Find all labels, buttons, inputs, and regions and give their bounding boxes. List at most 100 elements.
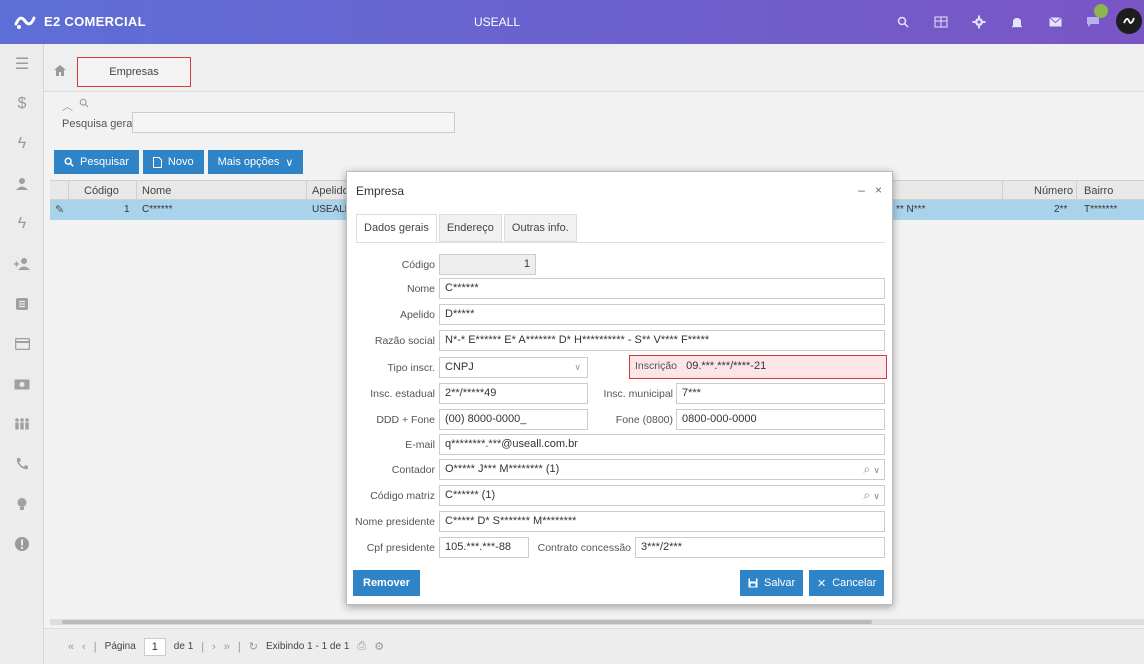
- bolt-icon[interactable]: ϟ: [0, 124, 44, 164]
- bell-icon[interactable]: [998, 8, 1036, 36]
- card-icon[interactable]: [0, 324, 44, 364]
- page-input[interactable]: 1: [143, 637, 166, 656]
- search-icon[interactable]: [884, 8, 922, 36]
- sidebar: ☰ $ ϟ ϟ: [0, 44, 44, 664]
- tipo-inscr-label: Tipo inscr.: [387, 362, 435, 374]
- nome-label: Nome: [406, 283, 435, 295]
- apelido-field[interactable]: D*****: [439, 304, 885, 325]
- pesquisar-button[interactable]: Pesquisar: [54, 150, 139, 174]
- mais-opcoes-label: Mais opções: [217, 156, 280, 168]
- cpf-presidente-field[interactable]: 105.***.***-88: [439, 537, 529, 558]
- salvar-label: Salvar: [764, 577, 796, 589]
- new-document-icon: [152, 156, 162, 168]
- razao-social-label: Razão social: [374, 335, 435, 347]
- codigo-matriz-lookup[interactable]: C****** (1) ⌕ ∨: [439, 485, 885, 506]
- bolt-icon[interactable]: ϟ: [0, 204, 44, 244]
- dialog-tabs: Dados gerais Endereço Outras info.: [356, 214, 579, 242]
- remover-button[interactable]: Remover: [353, 570, 421, 596]
- novo-button[interactable]: Novo: [142, 150, 204, 174]
- last-page-icon[interactable]: »: [224, 641, 230, 653]
- brand[interactable]: E2 COMERCIAL: [14, 12, 146, 30]
- search-icon[interactable]: ⌕: [863, 462, 870, 476]
- contrato-concessao-field[interactable]: 3***/2***: [635, 537, 885, 558]
- add-user-icon[interactable]: [0, 244, 44, 284]
- fone-0800-field[interactable]: 0800-000-0000: [676, 409, 885, 430]
- cancelar-label: Cancelar: [832, 577, 877, 589]
- menu-icon[interactable]: ☰: [0, 44, 44, 84]
- search-icon[interactable]: [79, 98, 89, 114]
- gear-icon[interactable]: [960, 8, 998, 36]
- tipo-inscr-select[interactable]: CNPJ ∨: [439, 357, 588, 378]
- codigo-label: Código: [401, 259, 435, 271]
- pesquisar-label: Pesquisar: [80, 156, 129, 168]
- search-input[interactable]: [132, 112, 455, 133]
- alert-icon[interactable]: [0, 524, 44, 564]
- home-icon[interactable]: [54, 64, 66, 79]
- avatar[interactable]: [1116, 8, 1142, 34]
- tipo-inscr-value: CNPJ: [445, 361, 474, 373]
- column-numero[interactable]: Número: [1034, 185, 1073, 197]
- notification-badge: [1094, 4, 1108, 18]
- prev-page-icon[interactable]: ‹: [82, 641, 86, 653]
- column-bairro[interactable]: Bairro: [1084, 185, 1113, 197]
- toolbar: Pesquisar Novo Mais opções ∨: [54, 150, 304, 174]
- scrollbar-thumb[interactable]: [62, 620, 872, 624]
- tab-outras-info[interactable]: Outras info.: [503, 214, 577, 242]
- nome-presidente-field[interactable]: C***** D* S******* M********: [439, 511, 885, 532]
- chevron-down-icon: ∨: [574, 362, 581, 372]
- close-icon[interactable]: ×: [875, 183, 882, 197]
- search-icon[interactable]: ⌕: [863, 488, 870, 502]
- settings-icon[interactable]: ⚙: [374, 640, 384, 653]
- print-icon[interactable]: ⎙: [357, 640, 366, 653]
- ddd-fone-field[interactable]: (00) 8000-0000_: [439, 409, 588, 430]
- column-codigo[interactable]: Código: [84, 185, 119, 197]
- tab-dados-gerais[interactable]: Dados gerais: [356, 214, 437, 242]
- money-icon[interactable]: [0, 364, 44, 404]
- search-label: Pesquisa geral: [62, 118, 135, 130]
- user-icon[interactable]: [0, 164, 44, 204]
- mais-opcoes-button[interactable]: Mais opções ∨: [207, 150, 304, 174]
- search-panel: ︿ Pesquisa geral: [44, 92, 1144, 152]
- first-page-icon[interactable]: «: [68, 641, 74, 653]
- column-nome[interactable]: Nome: [142, 185, 171, 197]
- people-icon[interactable]: [0, 404, 44, 444]
- chevron-down-icon[interactable]: ∨: [873, 491, 880, 501]
- cell-codigo: 1: [124, 204, 130, 215]
- environment-title: USEALL: [474, 15, 521, 29]
- refresh-icon[interactable]: ↻: [249, 640, 258, 653]
- cpf-presidente-label: Cpf presidente: [366, 542, 435, 554]
- grid-icon[interactable]: [922, 8, 960, 36]
- dollar-icon[interactable]: $: [0, 84, 44, 124]
- insc-estadual-field[interactable]: 2**/*****49: [439, 383, 588, 404]
- cell-nome: C******: [142, 204, 173, 215]
- horizontal-scrollbar[interactable]: [50, 619, 1144, 625]
- chevron-down-icon[interactable]: ∨: [873, 465, 880, 475]
- salvar-button[interactable]: Salvar: [740, 570, 804, 596]
- next-page-icon[interactable]: ›: [212, 641, 216, 653]
- list-icon[interactable]: [0, 284, 44, 324]
- e2-logo-icon: [14, 16, 36, 29]
- novo-label: Novo: [167, 156, 194, 168]
- inscricao-field[interactable]: Inscrição 09.***.***/****-21: [629, 355, 887, 379]
- tab-endereco[interactable]: Endereço: [438, 214, 502, 242]
- razao-social-field[interactable]: N*-* E****** E* A******* D* H********** …: [439, 330, 885, 351]
- contador-label: Contador: [391, 464, 435, 476]
- codigo-field[interactable]: 1: [439, 254, 536, 275]
- codigo-matriz-label: Código matriz: [370, 490, 435, 502]
- apelido-label: Apelido: [399, 309, 435, 321]
- column-apelido[interactable]: Apelido: [312, 185, 349, 197]
- phone-icon[interactable]: [0, 444, 44, 484]
- mail-icon[interactable]: [1036, 8, 1074, 36]
- tab-empresas[interactable]: Empresas: [77, 57, 191, 87]
- bulb-icon[interactable]: [0, 484, 44, 524]
- nome-field[interactable]: C******: [439, 278, 885, 299]
- chat-icon[interactable]: [1074, 4, 1112, 36]
- insc-municipal-field[interactable]: 7***: [676, 383, 885, 404]
- chevron-up-icon[interactable]: ︿: [62, 98, 73, 114]
- minimize-icon[interactable]: –: [858, 183, 865, 197]
- close-icon: ✕: [817, 577, 827, 590]
- edit-icon[interactable]: ✎: [55, 203, 64, 216]
- cancelar-button[interactable]: ✕ Cancelar: [809, 570, 885, 596]
- email-field[interactable]: q********.***@useall.com.br: [439, 434, 885, 455]
- contador-lookup[interactable]: O***** J*** M******** (1) ⌕ ∨: [439, 459, 885, 480]
